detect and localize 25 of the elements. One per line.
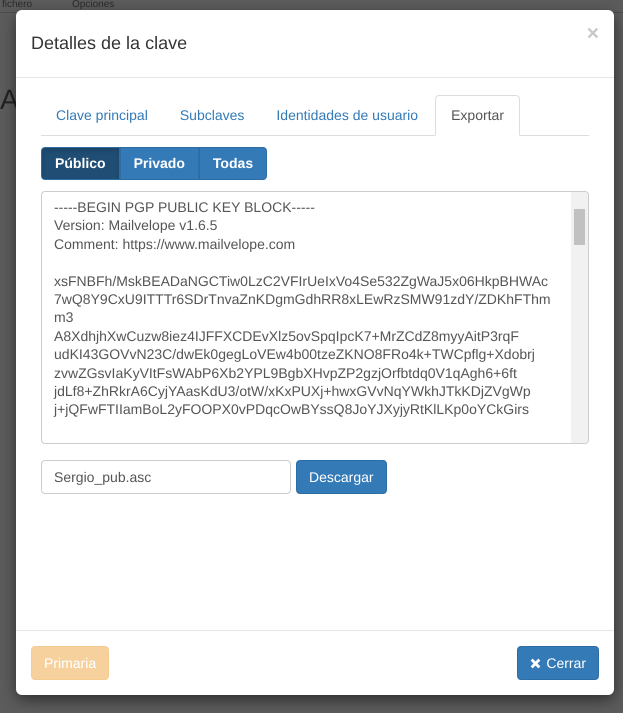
key-text-area[interactable] (41, 191, 589, 444)
segment-button[interactable]: Todas (198, 147, 268, 180)
key-text-line: j+jQFwFTIIamBoL2yFOOPX0vPDqcOwBYssQ8JoYJXyjyRtKlLKp0oYCkGirs (54, 400, 529, 419)
tab[interactable]: Identidades de usuario (261, 95, 434, 135)
close-icon (530, 658, 542, 668)
key-text-line: Comment: https://www.mailvelope.com (54, 234, 296, 254)
key-text-line: xsFNBFh/MskBEADaNGCTiw0LzC2VFIrUeIxVo4Se532ZgWaJ5x06HkpBHWAc (54, 272, 548, 290)
tab[interactable]: Clave principal (41, 95, 163, 135)
segment-button[interactable]: Privado (120, 147, 199, 180)
key-text-line: A8XdhjhXwCuzw8iez4IJFFXCDEvXlz5ovSpqIpcK7+MrZCdZ8myyAitP3rqF (54, 326, 519, 346)
key-text-line: 7wQ8Y9CxU9ITTTr6SDrTnvaZnKDgmGdhRR8xLEwRzSMW91zdY/ZDKhFThm (54, 290, 551, 308)
tab[interactable]: Subclaves (164, 95, 260, 135)
key-text-line: Version: Mailvelope v1.6.5 (54, 216, 218, 235)
tab[interactable]: Exportar (435, 95, 520, 136)
segment-button[interactable]: Público (41, 147, 120, 180)
dialog-title: Detalles de la clave (31, 32, 188, 55)
filename-field[interactable]: Sergio_pub.asc (41, 460, 291, 494)
scrollbar[interactable] (571, 192, 588, 443)
key-text-line: m3 (54, 308, 74, 327)
key-text-line: udKI43GOVvN23C/dwEk0gegLoVEw4b00tzeZKNO8FRo4k+TWCpflg+Xdobrj (54, 345, 535, 364)
key-text-line: jdLf8+ZhRkrA6CyjYAasKdU3/otW/xKxPUXj+hwxGVvNqYWkhJTkKDjZVgWp (54, 382, 531, 400)
key-text-line: zvwZGsvIaKyVItFsWAbP6Xb2YPL9BgbXHvpZP2gzjOrfbtdq0V1qAgh6+6ft (54, 364, 517, 382)
key-text-line: -----BEGIN PGP PUBLIC KEY BLOCK----- (54, 198, 315, 216)
download-button[interactable]: Descargar (296, 460, 387, 494)
close-dialog-button[interactable]: Cerrar (517, 646, 599, 680)
